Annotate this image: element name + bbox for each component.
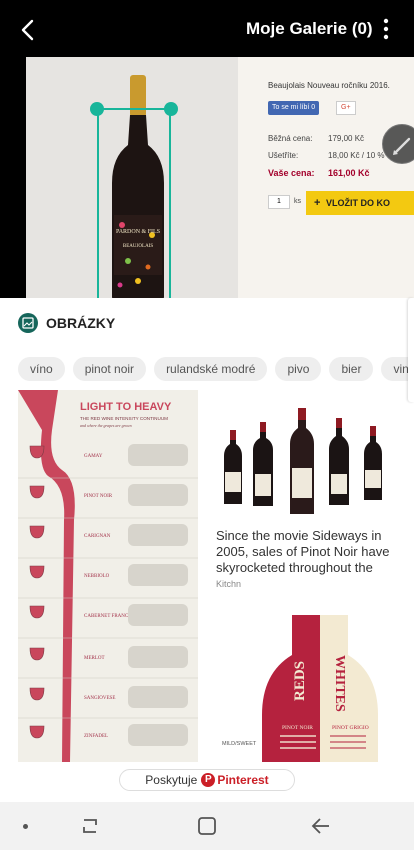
back-icon <box>311 818 329 834</box>
pinterest-icon: P <box>201 773 216 787</box>
infographic-title-light: LIGHT TO <box>80 401 132 413</box>
grape-label: GAMAY <box>84 454 103 459</box>
your-price-value: 161,00 Kč <box>328 168 370 178</box>
system-navigation-bar <box>0 802 414 850</box>
grape-label: NEBBIOLO <box>84 574 110 579</box>
infographic-subtitle: THE RED WINE INTENSITY CONTINUUM <box>80 416 168 421</box>
plus-icon: + <box>314 197 321 209</box>
wine-bottles-image <box>224 408 382 514</box>
provider-badge[interactable]: Poskytuje P Pinterest <box>119 769 295 791</box>
whites-label: WHITES <box>332 655 347 712</box>
reds-whites-image: REDS WHITES PINOT NOIR PINOT GRIGIO MILD… <box>222 615 378 762</box>
back-button[interactable] <box>14 16 42 44</box>
back-arrow-icon <box>21 19 34 41</box>
google-plus-button[interactable]: G+ <box>336 101 356 115</box>
infographic-title-heavy: HEAVY <box>134 401 172 413</box>
product-details: Beaujolais Nouveau ročníku 2016. To se m… <box>238 57 414 300</box>
savings-label: Ušetříte: <box>268 151 299 160</box>
add-to-cart-label: VLOŽIT DO KO <box>326 198 390 208</box>
reds-label: REDS <box>292 661 308 701</box>
crop-handle-top-left[interactable] <box>90 102 104 116</box>
result-image-bottles[interactable] <box>216 390 396 520</box>
gallery-title[interactable]: Moje Galerie (0) <box>246 19 373 39</box>
section-title: OBRÁZKY <box>46 315 116 331</box>
add-to-cart-button[interactable]: + VLOŽIT DO KO <box>306 191 414 215</box>
home-button[interactable] <box>195 814 219 838</box>
pencil-icon <box>393 137 411 155</box>
image-icon <box>18 313 38 333</box>
image-results-panel: OBRÁZKY víno pinot noir rulandské modré … <box>0 298 414 791</box>
pinot-noir-label: PINOT NOIR <box>282 725 313 731</box>
home-icon <box>198 817 216 835</box>
your-price-label: Vaše cena: <box>268 168 315 178</box>
mild-sweet-label: MILD/SWEET <box>222 741 257 747</box>
grape-label: CABERNET FRANC <box>84 614 129 619</box>
grape-label: PINOT NOIR <box>84 494 113 499</box>
grape-label: ZINFADEL <box>84 734 108 739</box>
facebook-like-button[interactable]: To se mi líbí 0 <box>268 101 320 115</box>
product-name: Beaujolais Nouveau ročníku 2016. <box>268 81 390 90</box>
savings-value: 18,00 Kč / 10 % <box>328 151 385 160</box>
section-header: OBRÁZKY <box>18 313 115 333</box>
result-source: Kitchn <box>216 579 242 589</box>
wine-infographic: LIGHT TO HEAVY THE RED WINE INTENSITY CO… <box>18 390 198 762</box>
edit-button[interactable] <box>382 124 414 164</box>
scroll-indicator[interactable] <box>408 298 414 402</box>
recent-apps-icon <box>83 819 97 833</box>
nav-dot-indicator[interactable] <box>23 824 28 829</box>
chip-pinot-noir[interactable]: pinot noir <box>72 357 147 381</box>
captured-screenshot[interactable]: PARDON & FILS BEAUJOLAIS Beaujolais Nouv… <box>26 57 414 300</box>
system-back-button[interactable] <box>309 814 333 838</box>
grape-label: SANGIOVESE <box>84 696 115 701</box>
your-price-row: Vaše cena: 161,00 Kč <box>268 168 370 178</box>
regular-price-value: 179,00 Kč <box>328 134 365 143</box>
more-options-button[interactable] <box>378 16 394 42</box>
chip-pivo[interactable]: pivo <box>275 357 322 381</box>
chip-bier[interactable]: bier <box>329 357 374 381</box>
pinot-grigio-label: PINOT GRIGIO <box>332 725 369 731</box>
savings-row: Ušetříte: 18,00 Kč / 10 % <box>268 151 384 160</box>
crop-frame[interactable] <box>97 108 171 300</box>
regular-price-label: Běžná cena: <box>268 134 313 143</box>
chip-rulandske-modre[interactable]: rulandské modré <box>154 357 268 381</box>
recent-apps-button[interactable] <box>78 814 102 838</box>
app-bar: Moje Galerie (0) <box>0 0 414 57</box>
result-caption[interactable]: Since the movie Sideways in 2005, sales … <box>216 528 396 576</box>
regular-price-row: Běžná cena: 179,00 Kč <box>268 134 364 143</box>
grape-label: MERLOT <box>84 656 105 661</box>
quantity-unit: ks <box>294 198 301 205</box>
more-vertical-icon <box>383 18 389 40</box>
provider-label: Poskytuje <box>145 773 198 787</box>
tag-chips: víno pinot noir rulandské modré pivo bie… <box>18 357 414 381</box>
grape-label: CARIGNAN <box>84 534 111 539</box>
chip-vino[interactable]: víno <box>18 357 65 381</box>
svg-text:LIGHT TO HEAVY: LIGHT TO HEAVY <box>80 401 172 413</box>
result-image-reds-whites[interactable]: REDS WHITES PINOT NOIR PINOT GRIGIO MILD… <box>216 615 396 762</box>
crop-handle-top-right[interactable] <box>164 102 178 116</box>
provider-name: Pinterest <box>217 773 269 787</box>
result-image-infographic[interactable]: LIGHT TO HEAVY THE RED WINE INTENSITY CO… <box>18 390 198 762</box>
infographic-subsubtitle: and where the grapes are grown <box>80 423 132 428</box>
quantity-field[interactable]: 1 <box>268 195 290 209</box>
